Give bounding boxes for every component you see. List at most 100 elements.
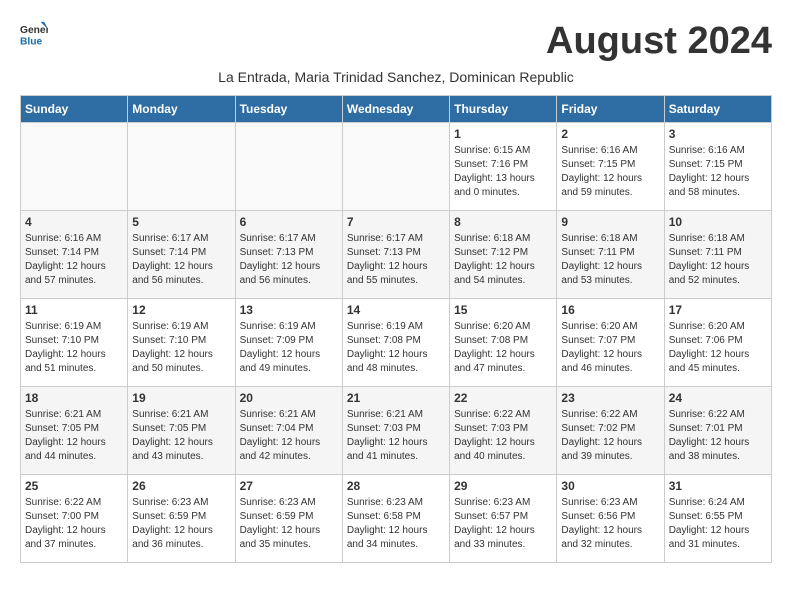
logo: General Blue [20, 20, 48, 48]
day-number: 15 [454, 303, 552, 317]
day-cell: 3 Sunrise: 6:16 AM Sunset: 7:15 PM Daylig… [664, 123, 771, 211]
day-number: 5 [132, 215, 230, 229]
day-cell: 5 Sunrise: 6:17 AM Sunset: 7:14 PM Daylig… [128, 211, 235, 299]
location-subtitle: La Entrada, Maria Trinidad Sanchez, Domi… [20, 69, 772, 85]
day-cell [128, 123, 235, 211]
day-number: 24 [669, 391, 767, 405]
day-cell [235, 123, 342, 211]
month-year-title: August 2024 [546, 20, 772, 63]
day-info: Sunrise: 6:17 AM Sunset: 7:14 PM Dayligh… [132, 232, 230, 288]
day-cell: 15 Sunrise: 6:20 AM Sunset: 7:08 PM Dayli… [450, 299, 557, 387]
week-row-5: 25 Sunrise: 6:22 AM Sunset: 7:00 PM Dayli… [21, 475, 772, 563]
week-row-1: 1 Sunrise: 6:15 AM Sunset: 7:16 PM Daylig… [21, 123, 772, 211]
day-number: 11 [25, 303, 123, 317]
day-info: Sunrise: 6:21 AM Sunset: 7:05 PM Dayligh… [25, 408, 123, 464]
day-info: Sunrise: 6:21 AM Sunset: 7:05 PM Dayligh… [132, 408, 230, 464]
week-row-3: 11 Sunrise: 6:19 AM Sunset: 7:10 PM Dayli… [21, 299, 772, 387]
day-info: Sunrise: 6:16 AM Sunset: 7:15 PM Dayligh… [669, 144, 767, 200]
day-number: 28 [347, 479, 445, 493]
day-cell: 11 Sunrise: 6:19 AM Sunset: 7:10 PM Dayli… [21, 299, 128, 387]
day-cell: 23Sunrise: 6:22 AM Sunset: 7:02 PM Dayli… [557, 387, 664, 475]
day-info: Sunrise: 6:23 AM Sunset: 6:58 PM Dayligh… [347, 496, 445, 552]
calendar-header-row: SundayMondayTuesdayWednesdayThursdayFrid… [21, 96, 772, 123]
header-wednesday: Wednesday [342, 96, 449, 123]
header-tuesday: Tuesday [235, 96, 342, 123]
day-info: Sunrise: 6:16 AM Sunset: 7:14 PM Dayligh… [25, 232, 123, 288]
day-cell: 6 Sunrise: 6:17 AM Sunset: 7:13 PM Daylig… [235, 211, 342, 299]
week-row-2: 4 Sunrise: 6:16 AM Sunset: 7:14 PM Daylig… [21, 211, 772, 299]
day-cell: 2 Sunrise: 6:16 AM Sunset: 7:15 PM Daylig… [557, 123, 664, 211]
day-number: 10 [669, 215, 767, 229]
header-sunday: Sunday [21, 96, 128, 123]
day-info: Sunrise: 6:19 AM Sunset: 7:10 PM Dayligh… [25, 320, 123, 376]
day-info: Sunrise: 6:18 AM Sunset: 7:12 PM Dayligh… [454, 232, 552, 288]
day-cell: 25 Sunrise: 6:22 AM Sunset: 7:00 PM Dayli… [21, 475, 128, 563]
day-number: 29 [454, 479, 552, 493]
day-cell: 18Sunrise: 6:21 AM Sunset: 7:05 PM Dayli… [21, 387, 128, 475]
day-number: 30 [561, 479, 659, 493]
day-info: Sunrise: 6:21 AM Sunset: 7:03 PM Dayligh… [347, 408, 445, 464]
day-cell: 20Sunrise: 6:21 AM Sunset: 7:04 PM Dayli… [235, 387, 342, 475]
day-number: 27 [240, 479, 338, 493]
day-number: 4 [25, 215, 123, 229]
day-info: Sunrise: 6:23 AM Sunset: 6:57 PM Dayligh… [454, 496, 552, 552]
svg-text:Blue: Blue [20, 36, 43, 47]
day-info: Sunrise: 6:22 AM Sunset: 7:00 PM Dayligh… [25, 496, 123, 552]
day-cell: 4 Sunrise: 6:16 AM Sunset: 7:14 PM Daylig… [21, 211, 128, 299]
day-info: Sunrise: 6:16 AM Sunset: 7:15 PM Dayligh… [561, 144, 659, 200]
day-cell: 27Sunrise: 6:23 AM Sunset: 6:59 PM Dayli… [235, 475, 342, 563]
day-cell: 29 Sunrise: 6:23 AM Sunset: 6:57 PM Dayli… [450, 475, 557, 563]
header-monday: Monday [128, 96, 235, 123]
day-number: 1 [454, 127, 552, 141]
day-info: Sunrise: 6:17 AM Sunset: 7:13 PM Dayligh… [347, 232, 445, 288]
day-cell: 31 Sunrise: 6:24 AM Sunset: 6:55 PM Dayli… [664, 475, 771, 563]
day-number: 14 [347, 303, 445, 317]
calendar-table: SundayMondayTuesdayWednesdayThursdayFrid… [20, 95, 772, 563]
day-cell: 14 Sunrise: 6:19 AM Sunset: 7:08 PM Dayli… [342, 299, 449, 387]
day-info: Sunrise: 6:15 AM Sunset: 7:16 PM Dayligh… [454, 144, 552, 200]
day-number: 25 [25, 479, 123, 493]
day-info: Sunrise: 6:22 AM Sunset: 7:01 PM Dayligh… [669, 408, 767, 464]
day-number: 9 [561, 215, 659, 229]
day-cell [342, 123, 449, 211]
day-cell: 8 Sunrise: 6:18 AM Sunset: 7:12 PM Daylig… [450, 211, 557, 299]
day-info: Sunrise: 6:19 AM Sunset: 7:09 PM Dayligh… [240, 320, 338, 376]
day-number: 2 [561, 127, 659, 141]
day-cell: 1 Sunrise: 6:15 AM Sunset: 7:16 PM Daylig… [450, 123, 557, 211]
day-number: 12 [132, 303, 230, 317]
day-number: 20 [240, 391, 338, 405]
day-number: 21 [347, 391, 445, 405]
day-info: Sunrise: 6:22 AM Sunset: 7:03 PM Dayligh… [454, 408, 552, 464]
day-cell: 22 Sunrise: 6:22 AM Sunset: 7:03 PM Dayli… [450, 387, 557, 475]
day-cell: 28 Sunrise: 6:23 AM Sunset: 6:58 PM Dayli… [342, 475, 449, 563]
header-saturday: Saturday [664, 96, 771, 123]
page-header: General Blue August 2024 [20, 20, 772, 63]
header-friday: Friday [557, 96, 664, 123]
day-cell: 26Sunrise: 6:23 AM Sunset: 6:59 PM Dayli… [128, 475, 235, 563]
day-info: Sunrise: 6:20 AM Sunset: 7:07 PM Dayligh… [561, 320, 659, 376]
day-number: 7 [347, 215, 445, 229]
day-info: Sunrise: 6:23 AM Sunset: 6:56 PM Dayligh… [561, 496, 659, 552]
day-number: 31 [669, 479, 767, 493]
day-info: Sunrise: 6:19 AM Sunset: 7:10 PM Dayligh… [132, 320, 230, 376]
day-number: 6 [240, 215, 338, 229]
day-info: Sunrise: 6:20 AM Sunset: 7:08 PM Dayligh… [454, 320, 552, 376]
day-cell: 10 Sunrise: 6:18 AM Sunset: 7:11 PM Dayli… [664, 211, 771, 299]
day-cell: 12 Sunrise: 6:19 AM Sunset: 7:10 PM Dayli… [128, 299, 235, 387]
day-number: 17 [669, 303, 767, 317]
day-info: Sunrise: 6:18 AM Sunset: 7:11 PM Dayligh… [669, 232, 767, 288]
day-number: 3 [669, 127, 767, 141]
day-number: 13 [240, 303, 338, 317]
day-number: 8 [454, 215, 552, 229]
logo-icon: General Blue [20, 20, 48, 48]
day-number: 22 [454, 391, 552, 405]
day-info: Sunrise: 6:19 AM Sunset: 7:08 PM Dayligh… [347, 320, 445, 376]
day-cell: 19Sunrise: 6:21 AM Sunset: 7:05 PM Dayli… [128, 387, 235, 475]
day-info: Sunrise: 6:18 AM Sunset: 7:11 PM Dayligh… [561, 232, 659, 288]
day-cell [21, 123, 128, 211]
day-cell: 7 Sunrise: 6:17 AM Sunset: 7:13 PM Daylig… [342, 211, 449, 299]
day-number: 16 [561, 303, 659, 317]
day-info: Sunrise: 6:24 AM Sunset: 6:55 PM Dayligh… [669, 496, 767, 552]
day-info: Sunrise: 6:17 AM Sunset: 7:13 PM Dayligh… [240, 232, 338, 288]
day-cell: 13 Sunrise: 6:19 AM Sunset: 7:09 PM Dayli… [235, 299, 342, 387]
